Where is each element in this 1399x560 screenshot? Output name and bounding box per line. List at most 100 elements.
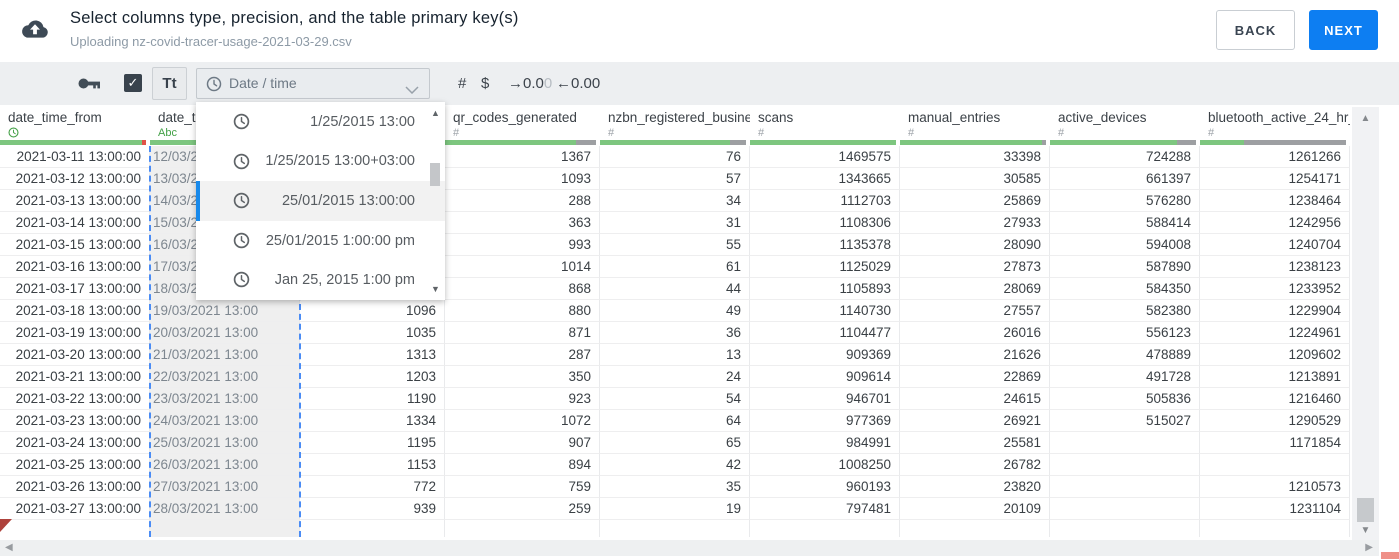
table-cell[interactable]: 13	[600, 344, 750, 366]
table-cell[interactable]: 23/03/2021 13:00	[150, 388, 300, 410]
next-button[interactable]: NEXT	[1309, 10, 1378, 50]
table-cell[interactable]: 1242956	[1200, 212, 1350, 234]
table-cell[interactable]: 26/03/2021 13:00	[150, 454, 300, 476]
column-header[interactable]: active_devices #	[1050, 107, 1200, 140]
table-cell[interactable]: 61	[600, 256, 750, 278]
table-cell[interactable]: 1367	[445, 146, 600, 168]
table-cell[interactable]: 576280	[1050, 190, 1200, 212]
table-cell[interactable]: 960193	[750, 476, 900, 498]
table-cell[interactable]: 2021-03-18 13:00:00	[0, 300, 150, 322]
table-cell[interactable]: 55	[600, 234, 750, 256]
table-cell[interactable]: 2021-03-17 13:00:00	[0, 278, 150, 300]
table-cell[interactable]: 1096	[300, 300, 445, 322]
table-cell[interactable]: 491728	[1050, 366, 1200, 388]
table-cell[interactable]: 1469575	[750, 146, 900, 168]
datetime-format-option[interactable]: 1/25/2015 13:00	[196, 102, 445, 142]
table-cell[interactable]: 76	[600, 146, 750, 168]
table-cell[interactable]: 2021-03-13 13:00:00	[0, 190, 150, 212]
horizontal-scrollbar[interactable]: ◀ ▶	[0, 540, 1379, 556]
increase-precision-button[interactable]: →0.00	[508, 62, 552, 105]
table-cell[interactable]: 1238123	[1200, 256, 1350, 278]
table-cell[interactable]: 19/03/2021 13:00	[150, 300, 300, 322]
scroll-down-arrow-icon[interactable]: ▼	[429, 284, 442, 294]
table-cell[interactable]: 2021-03-25 13:00:00	[0, 454, 150, 476]
table-cell[interactable]: 31	[600, 212, 750, 234]
currency-type-button[interactable]: $	[481, 62, 489, 105]
table-cell[interactable]: 1254171	[1200, 168, 1350, 190]
table-cell[interactable]: 1190	[300, 388, 445, 410]
table-cell[interactable]: 582380	[1050, 300, 1200, 322]
table-cell[interactable]: 64	[600, 410, 750, 432]
table-cell[interactable]: 24/03/2021 13:00	[150, 410, 300, 432]
table-cell[interactable]: 25581	[900, 432, 1050, 454]
table-cell[interactable]: 259	[445, 498, 600, 520]
table-cell[interactable]: 2021-03-27 13:00:00	[0, 498, 150, 520]
table-cell[interactable]	[1050, 432, 1200, 454]
scroll-up-arrow-icon[interactable]: ▲	[429, 108, 442, 118]
table-cell[interactable]: 34	[600, 190, 750, 212]
table-cell[interactable]: 1014	[445, 256, 600, 278]
column-header[interactable]: nzbn_registered_busine #	[600, 107, 750, 140]
table-cell[interactable]: 24615	[900, 388, 1050, 410]
table-cell[interactable]: 1135378	[750, 234, 900, 256]
table-cell[interactable]: 939	[300, 498, 445, 520]
table-cell[interactable]: 1209602	[1200, 344, 1350, 366]
table-cell[interactable]: 1261266	[1200, 146, 1350, 168]
table-cell[interactable]: 1238464	[1200, 190, 1350, 212]
table-cell[interactable]: 28090	[900, 234, 1050, 256]
table-cell[interactable]: 880	[445, 300, 600, 322]
table-cell[interactable]: 350	[445, 366, 600, 388]
scroll-left-arrow-icon[interactable]: ◀	[5, 540, 13, 556]
table-cell[interactable]: 1153	[300, 454, 445, 476]
datetime-format-option[interactable]: 25/01/2015 1:00:00 pm	[196, 221, 445, 261]
decrease-precision-button[interactable]: ←0.00	[556, 62, 600, 105]
table-cell[interactable]: 1290529	[1200, 410, 1350, 432]
table-cell[interactable]: 1093	[445, 168, 600, 190]
table-cell[interactable]: 2021-03-24 13:00:00	[0, 432, 150, 454]
table-cell[interactable]: 27873	[900, 256, 1050, 278]
column-header[interactable]: date_time_from	[0, 107, 150, 140]
table-cell[interactable]: 505836	[1050, 388, 1200, 410]
vertical-scrollbar[interactable]: ▲ ▼	[1352, 107, 1379, 540]
table-cell[interactable]: 977369	[750, 410, 900, 432]
datetime-format-option[interactable]: 25/01/2015 13:00:00	[196, 181, 445, 221]
datetime-format-option[interactable]: 1/25/2015 13:00+03:00	[196, 142, 445, 182]
table-cell[interactable]: 2021-03-19 13:00:00	[0, 322, 150, 344]
table-cell[interactable]: 2021-03-26 13:00:00	[0, 476, 150, 498]
table-cell[interactable]: 661397	[1050, 168, 1200, 190]
include-column-checkbox[interactable]: ✓	[124, 74, 142, 92]
table-cell[interactable]: 2021-03-23 13:00:00	[0, 410, 150, 432]
column-header[interactable]: scans #	[750, 107, 900, 140]
table-cell[interactable]: 1216460	[1200, 388, 1350, 410]
dropdown-scrollbar-thumb[interactable]	[430, 163, 440, 186]
table-cell[interactable]: 1233952	[1200, 278, 1350, 300]
table-cell[interactable]: 1313	[300, 344, 445, 366]
vertical-scrollbar-thumb[interactable]	[1357, 498, 1374, 522]
table-cell[interactable]: 2021-03-14 13:00:00	[0, 212, 150, 234]
table-cell[interactable]: 1343665	[750, 168, 900, 190]
table-cell[interactable]: 946701	[750, 388, 900, 410]
table-cell[interactable]: 478889	[1050, 344, 1200, 366]
table-cell[interactable]: 26782	[900, 454, 1050, 476]
table-cell[interactable]: 1240704	[1200, 234, 1350, 256]
table-cell[interactable]: 22869	[900, 366, 1050, 388]
table-cell[interactable]: 2021-03-16 13:00:00	[0, 256, 150, 278]
table-cell[interactable]: 22/03/2021 13:00	[150, 366, 300, 388]
table-cell[interactable]: 2021-03-20 13:00:00	[0, 344, 150, 366]
table-cell[interactable]: 2021-03-12 13:00:00	[0, 168, 150, 190]
scroll-up-arrow-icon[interactable]: ▲	[1352, 113, 1379, 124]
primary-key-icon[interactable]	[78, 77, 101, 95]
table-cell[interactable]: 1210573	[1200, 476, 1350, 498]
table-cell[interactable]: 288	[445, 190, 600, 212]
table-cell[interactable]: 26016	[900, 322, 1050, 344]
table-cell[interactable]	[1050, 498, 1200, 520]
table-cell[interactable]: 1104477	[750, 322, 900, 344]
table-cell[interactable]: 19	[600, 498, 750, 520]
table-cell[interactable]: 759	[445, 476, 600, 498]
table-cell[interactable]: 909369	[750, 344, 900, 366]
table-cell[interactable]: 1108306	[750, 212, 900, 234]
table-cell[interactable]: 907	[445, 432, 600, 454]
dropdown-scrollbar[interactable]: ▲ ▼	[429, 106, 442, 296]
table-cell[interactable]: 287	[445, 344, 600, 366]
table-cell[interactable]: 35	[600, 476, 750, 498]
